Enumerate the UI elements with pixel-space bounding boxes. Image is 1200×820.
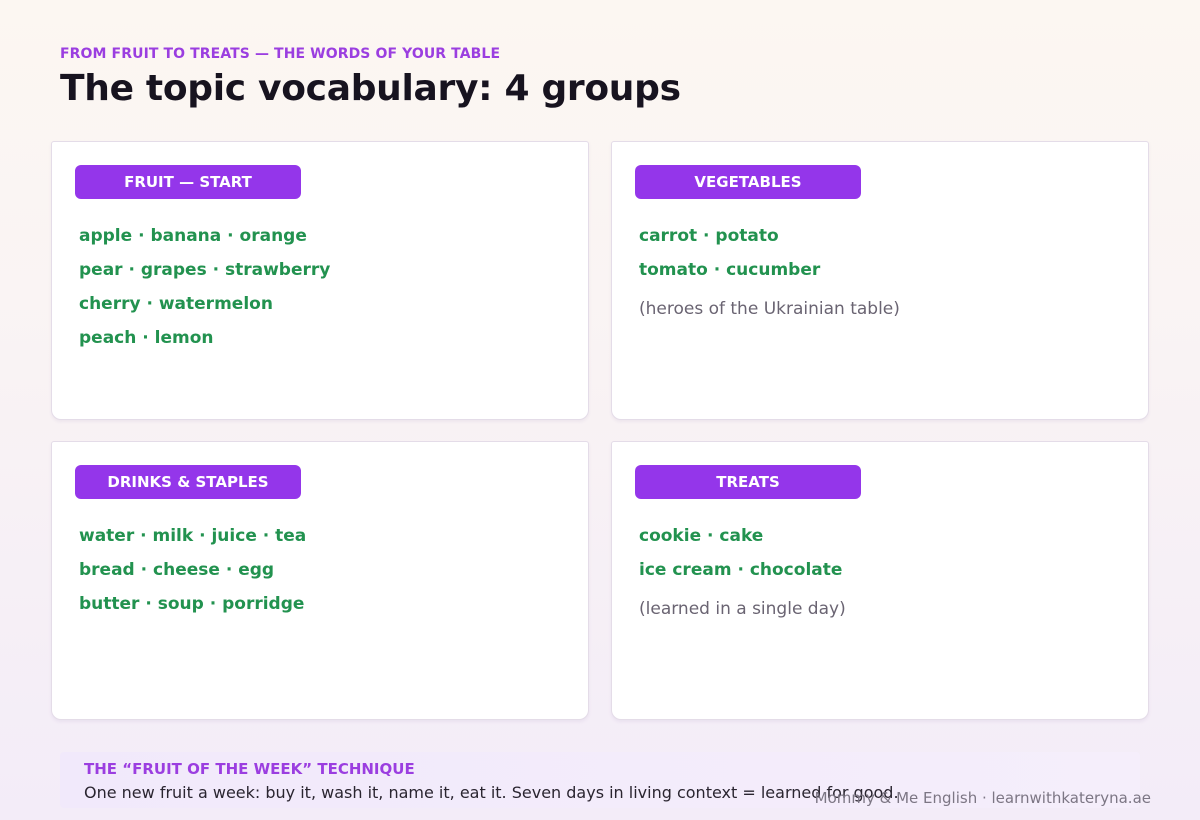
- word-line: bread · cheese · egg: [79, 560, 275, 580]
- kicker: FROM FRUIT TO TREATS — THE WORDS OF YOUR…: [60, 46, 501, 62]
- word-line: carrot · potato: [639, 226, 779, 246]
- word-line: water · milk · juice · tea: [79, 526, 307, 546]
- word-list-vegetables: carrot · potato tomato · cucumber (heroe…: [639, 219, 900, 321]
- tip-title: THE “FRUIT OF THE WEEK” TECHNIQUE: [84, 760, 415, 778]
- group-card-vegetables: VEGETABLES carrot · potato tomato · cucu…: [611, 141, 1149, 420]
- group-note: (learned in a single day): [639, 599, 846, 619]
- word-line: tomato · cucumber: [639, 260, 821, 280]
- page-title: The topic vocabulary: 4 groups: [60, 68, 681, 109]
- group-card-fruit: FRUIT — START apple · banana · orange pe…: [51, 141, 589, 420]
- word-line: cookie · cake: [639, 526, 764, 546]
- word-line: ice cream · chocolate: [639, 560, 843, 580]
- word-line: butter · soup · porridge: [79, 594, 305, 614]
- tip-text: One new fruit a week: buy it, wash it, n…: [84, 783, 899, 802]
- word-list-treats: cookie · cake ice cream · chocolate (lea…: [639, 519, 846, 621]
- group-badge-treats: TREATS: [635, 465, 861, 499]
- group-card-drinks-staples: DRINKS & STAPLES water · milk · juice · …: [51, 441, 589, 720]
- group-badge-vegetables: VEGETABLES: [635, 165, 861, 199]
- word-line: pear · grapes · strawberry: [79, 260, 331, 280]
- group-badge-drinks-staples: DRINKS & STAPLES: [75, 465, 301, 499]
- word-line: apple · banana · orange: [79, 226, 307, 246]
- word-list-drinks-staples: water · milk · juice · tea bread · chees…: [79, 519, 306, 621]
- group-badge-fruit: FRUIT — START: [75, 165, 301, 199]
- word-line: peach · lemon: [79, 328, 214, 348]
- group-card-treats: TREATS cookie · cake ice cream · chocola…: [611, 441, 1149, 720]
- group-note: (heroes of the Ukrainian table): [639, 299, 900, 319]
- word-list-fruit: apple · banana · orange pear · grapes · …: [79, 219, 330, 355]
- footer-credit: Mommy & Me English · learnwithkateryna.a…: [814, 789, 1151, 807]
- word-line: cherry · watermelon: [79, 294, 273, 314]
